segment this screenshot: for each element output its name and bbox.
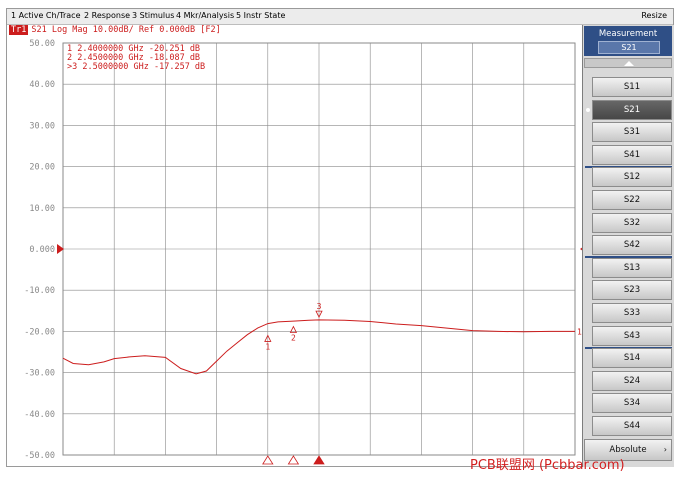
y-tick-label: -10.00 [24, 286, 55, 296]
watermark: PCB联盟网 (Pcbbar.com) [470, 458, 625, 473]
softkey-s44[interactable]: S44 [592, 416, 672, 436]
y-tick-label: 40.00 [29, 80, 55, 90]
y-tick-label: -20.00 [24, 327, 55, 337]
y-tick-label: -30.00 [24, 369, 55, 379]
marker-label-3: 3 [317, 302, 322, 311]
softkey-s23[interactable]: S23 [592, 280, 672, 301]
marker-readout-3: >3 2.5000000 GHz -17.257 dB [67, 62, 205, 72]
softkey-s32[interactable]: S32 [592, 212, 672, 233]
softkey-scroll-up-button[interactable] [584, 58, 672, 68]
triangle-up-icon [624, 61, 634, 66]
marker-readouts: 1 2.4000000 GHz -20.251 dB 2 2.4500000 G… [67, 44, 205, 72]
softkey-s13[interactable]: S13 [592, 257, 672, 278]
y-tick-label: 10.00 [29, 204, 55, 214]
trace-plot: 50.00 40.00 30.00 20.00 10.00 0.000 -10.00 -20.… [24, 39, 582, 465]
y-tick-label: 20.00 [29, 163, 55, 173]
y-tick-label: 0.000 [29, 245, 55, 255]
softkey-s43[interactable]: S43 [592, 325, 672, 346]
y-tick-label: 50.00 [29, 39, 55, 49]
softkey-s21[interactable]: S21 [592, 99, 672, 120]
stimulus-marker-icon-1 [262, 455, 274, 465]
softkey-s31[interactable]: S31 [592, 122, 672, 143]
stimulus-marker-icon-2 [287, 455, 300, 465]
y-tick-label: -40.00 [24, 410, 55, 420]
softkey-s42[interactable]: S42 [592, 235, 672, 256]
softkey-s33[interactable]: S33 [592, 303, 672, 323]
softkey-current-value: S21 [598, 41, 660, 54]
softkey-s41[interactable]: S41 [592, 144, 672, 165]
marker-label-1: 1 [265, 342, 270, 351]
analyzer-window: 1 Active Ch/Trace 2 Response 3 Stimulus … [6, 8, 674, 467]
softkey-s11[interactable]: S11 [592, 77, 672, 97]
softkey-s24[interactable]: S24 [592, 370, 672, 391]
softkey-s34[interactable]: S34 [592, 393, 672, 414]
softkey-panel: Measurement S21 S11 S21 S31 S41 S12 S22 S32 S42… [582, 25, 674, 467]
y-tick-label: 30.00 [29, 121, 55, 131]
y-tick-label: -50.00 [24, 451, 55, 461]
selected-dot-icon [586, 107, 590, 112]
softkey-s14[interactable]: S14 [592, 348, 672, 369]
resize-button[interactable]: Resize [641, 11, 667, 20]
softkey-s12[interactable]: S12 [592, 167, 672, 188]
plot-grid [62, 42, 576, 456]
marker-label-2: 2 [291, 334, 296, 343]
stimulus-marker-icon-3 [313, 455, 325, 465]
softkey-s22[interactable]: S22 [592, 190, 672, 210]
chevron-right-icon: › [663, 445, 667, 454]
softkey-title-label: Measurement [598, 29, 658, 39]
softkey-title: Measurement S21 [584, 26, 672, 56]
